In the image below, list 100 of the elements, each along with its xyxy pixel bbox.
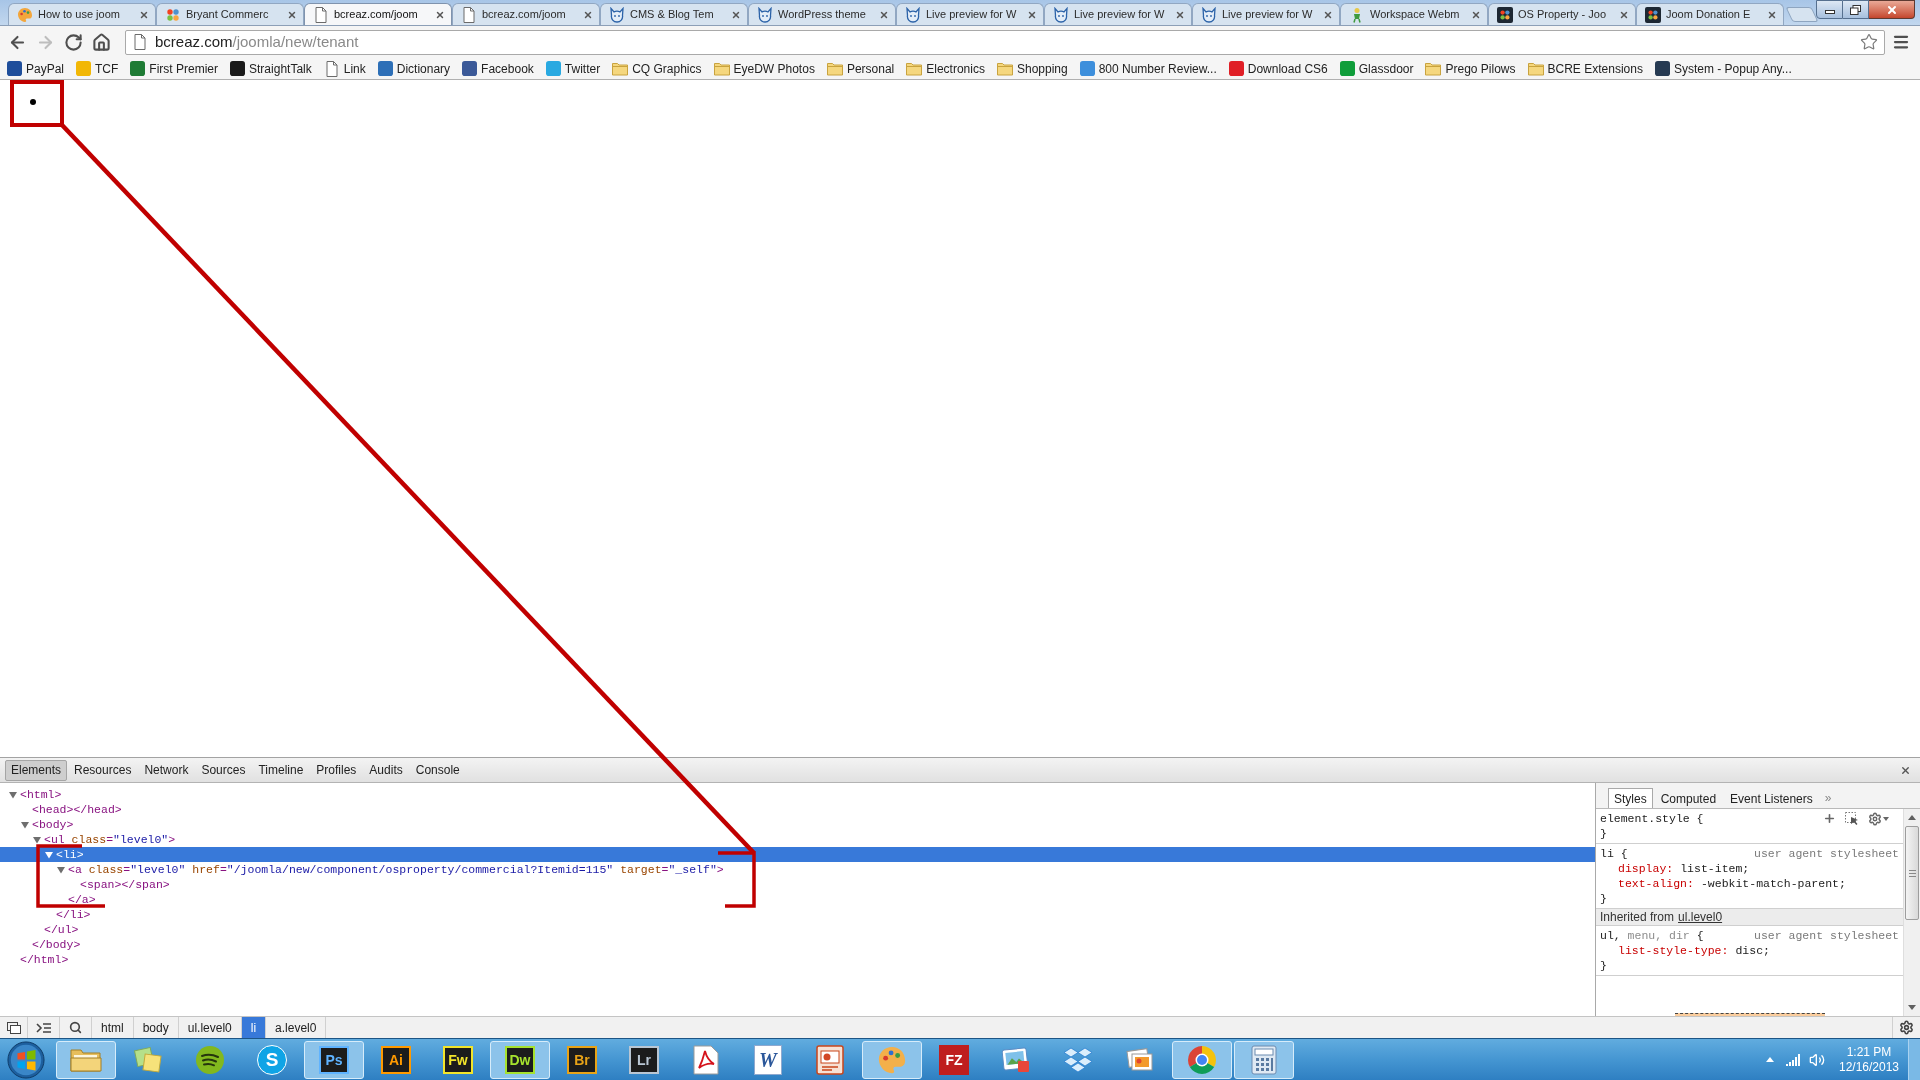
- closing-tag[interactable]: </html>: [20, 952, 69, 967]
- dom-node[interactable]: <html>: [20, 787, 62, 802]
- bookmark[interactable]: System - Popup Any...: [1654, 59, 1792, 78]
- close-button[interactable]: [1869, 0, 1915, 19]
- close-icon[interactable]: [1471, 9, 1481, 20]
- app-logo[interactable]: FZ: [939, 1044, 969, 1075]
- styles-tab[interactable]: Computed: [1654, 788, 1723, 808]
- close-icon[interactable]: [583, 9, 593, 20]
- scrollbar-thumb[interactable]: [1905, 826, 1919, 920]
- scroll-down-icon[interactable]: [1908, 1005, 1916, 1010]
- photo-icon[interactable]: [1001, 1045, 1031, 1074]
- app-logo[interactable]: Br: [567, 1045, 597, 1074]
- bookmark[interactable]: EyeDW Photos: [713, 59, 815, 78]
- restore-button[interactable]: [1843, 0, 1869, 19]
- devtools-tab[interactable]: Timeline: [252, 759, 310, 781]
- bookmark[interactable]: Twitter: [545, 59, 601, 78]
- taskbar-button[interactable]: Dw: [490, 1040, 550, 1079]
- bookmark[interactable]: BCRE Extensions: [1527, 59, 1643, 78]
- bookmark[interactable]: Personal: [826, 59, 895, 78]
- devtools-tab[interactable]: Elements: [5, 759, 68, 781]
- app-logo[interactable]: Lr: [629, 1045, 659, 1074]
- bookmark[interactable]: Link: [323, 59, 366, 78]
- browser-tab[interactable]: WordPress theme: [748, 3, 896, 25]
- close-icon[interactable]: [287, 9, 297, 20]
- menu-icon[interactable]: [1892, 33, 1910, 51]
- show-hidden-icons-icon[interactable]: [1766, 1057, 1774, 1062]
- browser-tab[interactable]: bcreaz.com/joom: [452, 3, 600, 25]
- close-icon[interactable]: [731, 9, 741, 20]
- close-icon[interactable]: [1175, 9, 1185, 20]
- disclosure-triangle-icon[interactable]: [57, 865, 65, 874]
- bookmark[interactable]: Shopping: [996, 59, 1068, 78]
- devtools-tab[interactable]: Resources: [68, 759, 138, 781]
- document-icon[interactable]: [693, 1044, 719, 1075]
- signal-bars-icon[interactable]: [1786, 1053, 1800, 1066]
- css-declaration[interactable]: list-style-type: disc;: [1618, 943, 1770, 958]
- gear-icon[interactable]: [1868, 811, 1882, 826]
- bookmark[interactable]: Prego Pilows: [1425, 59, 1516, 78]
- element-link[interactable]: ul.level0: [1678, 909, 1723, 925]
- styles-tab[interactable]: Event Listeners: [1724, 788, 1819, 808]
- taskbar-button[interactable]: [1234, 1040, 1294, 1079]
- browser-tab[interactable]: Live preview for W: [1192, 3, 1340, 25]
- close-icon[interactable]: [139, 9, 149, 20]
- bookmark[interactable]: PayPal: [7, 59, 65, 78]
- browser-tab[interactable]: Live preview for W: [1044, 3, 1192, 25]
- closing-tag[interactable]: </li>: [56, 907, 91, 922]
- devtools-tab[interactable]: Sources: [195, 759, 252, 781]
- caret-icon[interactable]: [1883, 816, 1889, 821]
- taskbar-button[interactable]: [1172, 1040, 1232, 1079]
- disclosure-triangle-icon[interactable]: [21, 820, 29, 829]
- dom-node[interactable]: <li>: [56, 847, 84, 862]
- search-icon[interactable]: [69, 1021, 82, 1034]
- close-icon[interactable]: [1027, 9, 1037, 20]
- app-logo[interactable]: Ps: [319, 1045, 349, 1074]
- devtools-tab[interactable]: Profiles: [310, 759, 363, 781]
- app-logo[interactable]: W: [754, 1044, 782, 1075]
- vertical-scrollbar[interactable]: [1903, 809, 1920, 1016]
- start-button[interactable]: [7, 1040, 45, 1079]
- browser-tab[interactable]: CMS & Blog Tem: [600, 3, 748, 25]
- reload-icon[interactable]: [63, 32, 83, 52]
- css-declaration[interactable]: text-align: -webkit-match-parent;: [1618, 876, 1846, 891]
- sticky-notes-icon[interactable]: [133, 1045, 163, 1074]
- browser-tab[interactable]: Live preview for W: [896, 3, 1044, 25]
- close-icon[interactable]: [1900, 764, 1911, 776]
- taskbar-button[interactable]: [862, 1040, 922, 1079]
- closing-tag[interactable]: </body>: [32, 937, 81, 952]
- bookmark[interactable]: TCF: [76, 59, 119, 78]
- bookmark[interactable]: CQ Graphics: [612, 59, 702, 78]
- disclosure-triangle-icon[interactable]: [45, 850, 53, 859]
- address-field[interactable]: bcreaz.com/joomla/new/tenant: [125, 29, 1885, 55]
- close-icon[interactable]: [435, 9, 445, 20]
- browser-tab[interactable]: How to use joom: [8, 3, 156, 25]
- segmented-circle-icon[interactable]: [1187, 1044, 1217, 1075]
- styles-tab[interactable]: Styles: [1608, 788, 1653, 808]
- diamond-shapes-icon[interactable]: [1063, 1045, 1093, 1074]
- dock-icon[interactable]: [6, 1021, 21, 1034]
- browser-tab[interactable]: bcreaz.com/joom: [304, 3, 452, 25]
- presentation-icon[interactable]: [816, 1044, 844, 1075]
- bookmark[interactable]: Electronics: [906, 59, 985, 78]
- dom-node[interactable]: <ul class="level0">: [44, 832, 176, 847]
- bookmark[interactable]: StraightTalk: [230, 59, 312, 78]
- dom-node[interactable]: <a class="level0" href="/joomla/new/component/osproperty/commercial?Itemid=115" target="_self">: [68, 862, 724, 877]
- bookmark[interactable]: Download CS6: [1228, 59, 1328, 78]
- disclosure-triangle-icon[interactable]: [9, 790, 17, 799]
- minimize-button[interactable]: [1816, 0, 1843, 19]
- close-icon[interactable]: [1767, 9, 1777, 20]
- bookmark[interactable]: Glassdoor: [1339, 59, 1414, 78]
- bookmark[interactable]: Facebook: [462, 59, 534, 78]
- circle-waves-icon[interactable]: [195, 1044, 225, 1075]
- bookmark[interactable]: First Premier: [130, 59, 219, 78]
- disclosure-triangle-icon[interactable]: [33, 835, 41, 844]
- taskbar-button[interactable]: [56, 1040, 116, 1079]
- closing-tag[interactable]: </a>: [68, 892, 96, 907]
- gear-icon[interactable]: [1899, 1020, 1914, 1035]
- devtools-tab[interactable]: Network: [138, 759, 195, 781]
- app-logo[interactable]: Fw: [443, 1045, 473, 1074]
- scroll-up-icon[interactable]: [1908, 815, 1916, 820]
- browser-tab[interactable]: OS Property - Joo: [1488, 3, 1636, 25]
- taskbar-button[interactable]: Ps: [304, 1040, 364, 1079]
- dom-node[interactable]: <head></head>: [32, 802, 122, 817]
- browser-tab[interactable]: Workspace Webm: [1340, 3, 1488, 25]
